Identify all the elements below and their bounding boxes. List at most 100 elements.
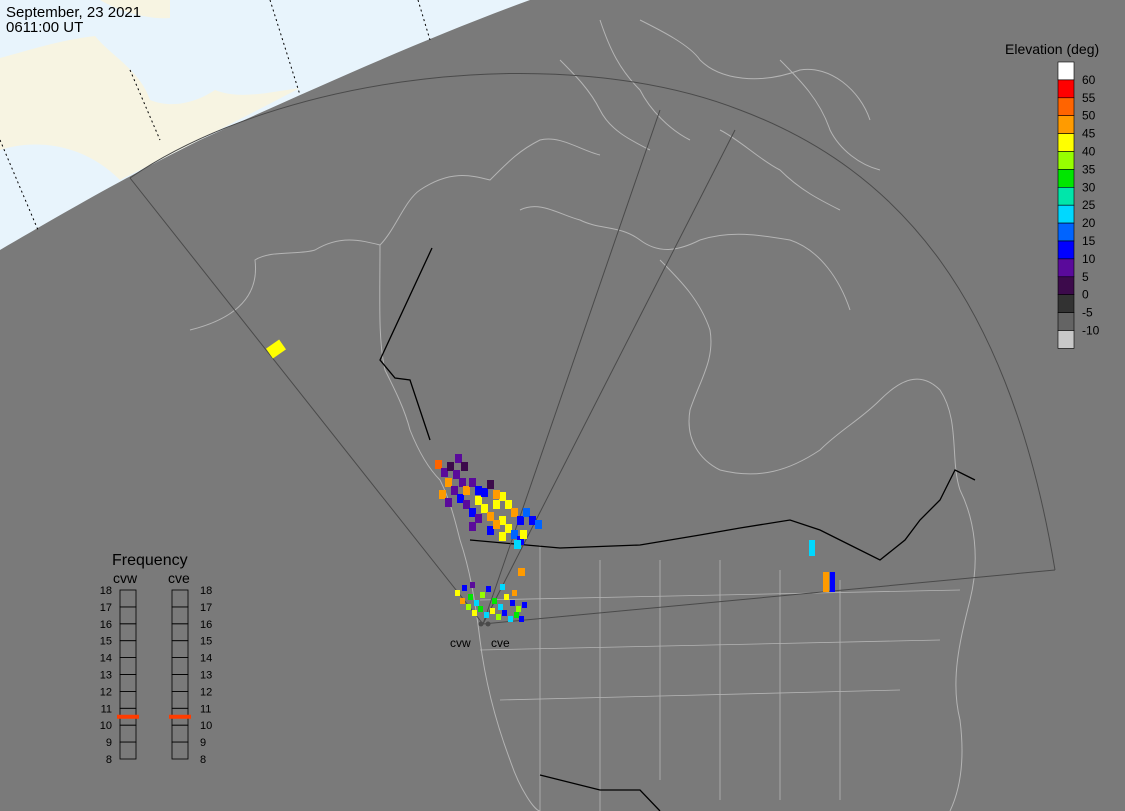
echo-cell (511, 530, 518, 539)
echo-cell (492, 598, 497, 604)
colorbar-swatch (1057, 330, 1075, 349)
echo-cell (493, 490, 500, 499)
echo-cell (830, 572, 835, 592)
echo-cell (502, 610, 507, 616)
frequency-column-label-cvw: cvw (113, 570, 138, 586)
elevation-legend-title: Elevation (deg) (1005, 41, 1099, 57)
radar-site-cve (485, 621, 491, 627)
frequency-tick-label: 13 (200, 670, 212, 682)
colorbar-swatch (1057, 276, 1075, 295)
echo-cell (493, 500, 500, 509)
echo-cell (460, 598, 465, 604)
echo-cell (529, 516, 536, 525)
colorbar-swatch (1057, 312, 1075, 331)
echo-cell (455, 454, 462, 463)
echo-cell (475, 514, 482, 523)
echo-cell (445, 478, 452, 487)
frequency-tick-label: 9 (106, 737, 112, 749)
radar-site-cvw (478, 621, 484, 627)
colorbar-tick-label: 50 (1082, 109, 1096, 123)
echo-cell (504, 594, 509, 600)
colorbar-swatch (1057, 204, 1075, 224)
colorbar-swatch (1057, 133, 1075, 152)
frequency-tick-label: 8 (106, 754, 112, 766)
colorbar-swatch (1057, 294, 1075, 313)
echo-cell (480, 592, 485, 598)
echo-cell (508, 616, 513, 622)
colorbar-swatch (1057, 169, 1075, 188)
echo-cell (517, 516, 524, 525)
echo-cell (463, 486, 470, 495)
echo-cell (505, 524, 512, 533)
echo-cell (490, 608, 495, 614)
echo-cell (475, 496, 482, 505)
frequency-tick-label: 16 (200, 619, 212, 631)
echo-cell (463, 500, 470, 509)
colorbar-swatch (1057, 61, 1075, 81)
echo-cell (455, 590, 460, 596)
echo-cell (486, 586, 491, 592)
echo-cell (535, 520, 542, 529)
echo-cell (457, 494, 464, 503)
echo-cell (469, 522, 476, 531)
frequency-tick-label: 17 (100, 602, 112, 614)
echo-cell (469, 478, 476, 487)
colorbar-tick-label: 55 (1082, 91, 1096, 105)
echo-cell (514, 540, 521, 549)
echo-cell (516, 606, 521, 612)
echo-cell (468, 594, 473, 600)
echo-cell (469, 508, 476, 517)
echo-cell (481, 488, 488, 497)
echo-cell (493, 520, 500, 529)
colorbar-tick-label: 40 (1082, 145, 1096, 159)
frequency-tick-label: 14 (200, 653, 212, 665)
echo-cell (511, 508, 518, 517)
colorbar-tick-label: 35 (1082, 162, 1096, 176)
echo-cell (435, 460, 442, 469)
colorbar-swatch (1057, 151, 1075, 170)
colorbar-swatch (1057, 115, 1075, 134)
colorbar-tick-label: 25 (1082, 198, 1096, 212)
echo-cell (461, 462, 468, 471)
frequency-tick-label: 18 (100, 585, 112, 597)
frequency-marker (117, 714, 139, 719)
colorbar-tick-label: 15 (1082, 234, 1096, 248)
colorbar-tick-label: 10 (1082, 252, 1096, 266)
echo-cell (498, 604, 503, 610)
echo-cell (809, 540, 815, 556)
echo-cell (466, 604, 471, 610)
echo-cell (451, 486, 458, 495)
echo-cell (475, 486, 482, 495)
frequency-tick-label: 9 (200, 737, 206, 749)
echo-cell (474, 600, 479, 606)
echo-cell (499, 492, 506, 501)
echo-cell (823, 572, 829, 592)
frequency-column-label-cve: cve (168, 570, 190, 586)
echo-cell (481, 504, 488, 513)
echo-cell (514, 612, 519, 618)
colorbar-tick-label: 5 (1082, 270, 1089, 284)
echo-cell (510, 600, 515, 606)
colorbar-swatch (1057, 79, 1075, 99)
time-label: 0611:00 UT (6, 19, 83, 36)
frequency-title: Frequency (112, 552, 188, 569)
echo-cell (520, 530, 527, 539)
echo-cell (462, 585, 467, 591)
frequency-tick-label: 10 (100, 720, 112, 732)
colorbar-tick-label: -10 (1082, 324, 1100, 338)
frequency-tick-label: 13 (100, 670, 112, 682)
echo-cell (496, 614, 501, 620)
echo-cell (453, 470, 460, 479)
colorbar-swatch (1057, 258, 1075, 278)
frequency-tick-label: 8 (200, 754, 206, 766)
radar-label-cvw: cvw (450, 636, 471, 650)
echo-cell (522, 602, 527, 608)
frequency-tick-label: 12 (100, 686, 112, 698)
colorbar-tick-label: 30 (1082, 180, 1096, 194)
colorbar-tick-label: -5 (1082, 306, 1093, 320)
frequency-tick-label: 10 (200, 720, 212, 732)
echo-cell (487, 480, 494, 489)
echo-cell (505, 500, 512, 509)
echo-cell (472, 610, 477, 616)
frequency-tick-label: 15 (100, 636, 112, 648)
